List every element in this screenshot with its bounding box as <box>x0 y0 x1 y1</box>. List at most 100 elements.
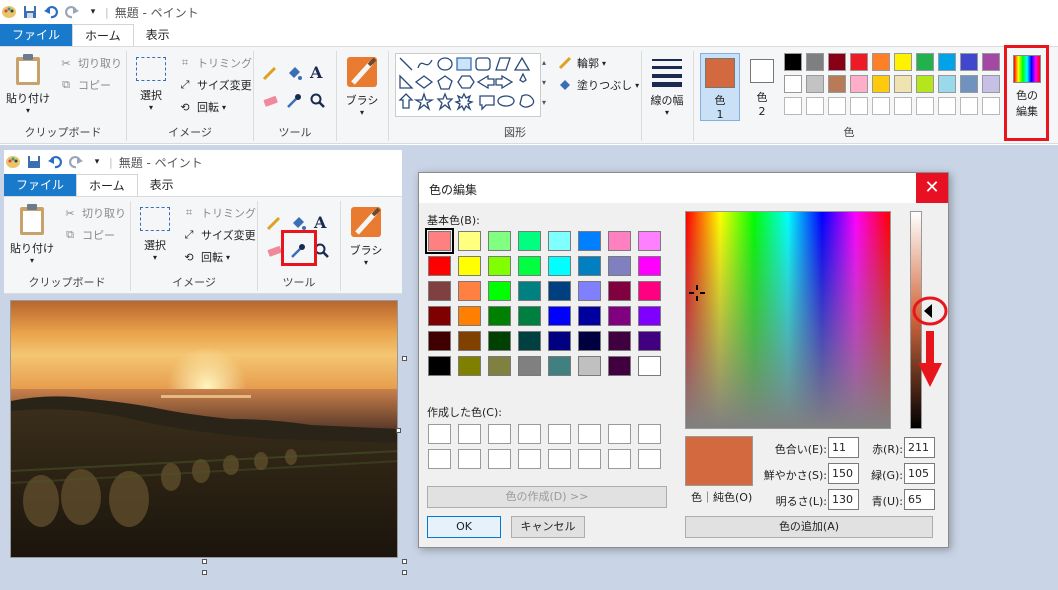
basic-color-swatch[interactable] <box>608 331 631 351</box>
inner-brush-button[interactable]: ブラシ ▾ <box>344 205 388 267</box>
basic-color-swatch[interactable] <box>458 306 481 326</box>
basic-color-swatch[interactable] <box>578 356 601 376</box>
palette-empty-slot[interactable] <box>872 97 890 115</box>
pencil-icon[interactable] <box>262 65 278 84</box>
basic-color-swatch[interactable] <box>608 306 631 326</box>
resize-handle[interactable] <box>396 428 401 433</box>
custom-color-slot[interactable] <box>488 449 511 469</box>
palette-swatch[interactable] <box>916 75 934 93</box>
color1-button[interactable]: 色 1 <box>700 53 740 121</box>
ok-button[interactable]: OK <box>427 516 501 538</box>
palette-empty-slot[interactable] <box>806 97 824 115</box>
palette-swatch[interactable] <box>784 75 802 93</box>
custom-color-slot[interactable] <box>638 424 661 444</box>
undo-icon[interactable] <box>46 153 64 171</box>
shapes-gallery-scroll[interactable]: ▴ ▾ ▾ <box>542 53 550 117</box>
basic-color-swatch[interactable] <box>548 231 571 251</box>
inner-copy-button[interactable]: ⧉ コピー <box>62 227 115 243</box>
palette-swatch[interactable] <box>894 53 912 71</box>
palette-swatch[interactable] <box>872 53 890 71</box>
saturation-input[interactable]: 150 <box>828 463 859 484</box>
palette-swatch[interactable] <box>806 53 824 71</box>
palette-swatch[interactable] <box>806 75 824 93</box>
basic-color-swatch[interactable] <box>608 281 631 301</box>
fill-button[interactable]: 塗りつぶし ▾ <box>557 77 639 93</box>
inner-rotate-button[interactable]: ⟲ 回転 ▾ <box>181 249 230 265</box>
basic-color-swatch[interactable] <box>608 256 631 276</box>
custom-color-slot[interactable] <box>488 424 511 444</box>
basic-color-swatch[interactable] <box>425 228 454 254</box>
blue-input[interactable]: 65 <box>904 489 935 510</box>
tab-view[interactable]: 表示 <box>134 24 182 46</box>
inner-crop-button[interactable]: ⌗ トリミング <box>181 205 256 221</box>
custom-color-slot[interactable] <box>608 424 631 444</box>
define-custom-colors-button[interactable]: 色の作成(D) >> <box>427 486 667 508</box>
palette-swatch[interactable] <box>828 53 846 71</box>
custom-color-slot[interactable] <box>458 424 481 444</box>
custom-color-slot[interactable] <box>428 449 451 469</box>
basic-color-swatch[interactable] <box>488 231 511 251</box>
brush-button[interactable]: ブラシ ▾ <box>340 55 384 117</box>
shapes-gallery[interactable] <box>395 53 541 117</box>
basic-color-swatch[interactable] <box>638 331 661 351</box>
basic-color-swatch[interactable] <box>488 306 511 326</box>
basic-color-swatch[interactable] <box>548 331 571 351</box>
eraser-icon[interactable] <box>266 243 282 262</box>
basic-color-swatch[interactable] <box>458 256 481 276</box>
select-button[interactable]: 選択 ▾ <box>133 57 169 112</box>
basic-color-swatch[interactable] <box>458 356 481 376</box>
crop-button[interactable]: ⌗ トリミング <box>177 55 252 71</box>
tab-home[interactable]: ホーム <box>72 24 134 46</box>
custom-color-slot[interactable] <box>518 449 541 469</box>
inner-tab-view[interactable]: 表示 <box>138 174 186 196</box>
palette-swatch[interactable] <box>960 75 978 93</box>
custom-color-slot[interactable] <box>578 424 601 444</box>
basic-color-swatch[interactable] <box>428 331 451 351</box>
color-picker-icon[interactable] <box>286 93 302 112</box>
basic-color-swatch[interactable] <box>578 231 601 251</box>
palette-swatch[interactable] <box>938 53 956 71</box>
fill-bucket-icon[interactable] <box>286 65 302 84</box>
basic-color-swatch[interactable] <box>638 356 661 376</box>
palette-empty-slot[interactable] <box>982 97 1000 115</box>
basic-color-swatch[interactable] <box>518 231 541 251</box>
basic-color-swatch[interactable] <box>428 256 451 276</box>
resize-handle[interactable] <box>202 570 207 575</box>
paint-app-icon[interactable] <box>0 3 18 21</box>
palette-swatch[interactable] <box>850 75 868 93</box>
palette-empty-slot[interactable] <box>828 97 846 115</box>
basic-color-swatch[interactable] <box>488 356 511 376</box>
palette-swatch[interactable] <box>960 53 978 71</box>
basic-color-swatch[interactable] <box>488 281 511 301</box>
custom-color-slot[interactable] <box>638 449 661 469</box>
paste-button[interactable]: 貼り付け ▾ <box>6 53 50 115</box>
hue-input[interactable]: 11 <box>828 437 859 458</box>
basic-color-swatch[interactable] <box>638 281 661 301</box>
basic-color-swatch[interactable] <box>548 281 571 301</box>
palette-empty-slot[interactable] <box>938 97 956 115</box>
palette-swatch[interactable] <box>784 53 802 71</box>
text-tool-icon[interactable]: A <box>310 63 322 82</box>
basic-color-swatch[interactable] <box>488 256 511 276</box>
redo-icon[interactable] <box>63 3 81 21</box>
palette-empty-slot[interactable] <box>850 97 868 115</box>
red-input[interactable]: 211 <box>904 437 935 458</box>
palette-swatch[interactable] <box>982 75 1000 93</box>
basic-color-swatch[interactable] <box>458 331 481 351</box>
canvas-image[interactable] <box>10 300 398 558</box>
basic-color-swatch[interactable] <box>608 356 631 376</box>
basic-color-swatch[interactable] <box>548 306 571 326</box>
basic-color-swatch[interactable] <box>638 256 661 276</box>
outline-button[interactable]: 輪郭 ▾ <box>557 55 606 71</box>
customize-qat-icon[interactable]: ▾ <box>88 153 106 171</box>
palette-swatch[interactable] <box>828 75 846 93</box>
magnifier-icon[interactable] <box>310 93 326 112</box>
palette-swatch[interactable] <box>850 53 868 71</box>
basic-color-swatch[interactable] <box>548 256 571 276</box>
resize-handle[interactable] <box>402 570 407 575</box>
basic-color-swatch[interactable] <box>578 281 601 301</box>
eraser-icon[interactable] <box>262 93 278 112</box>
palette-swatch[interactable] <box>982 53 1000 71</box>
close-button[interactable]: ✕ <box>916 173 948 203</box>
basic-color-swatch[interactable] <box>518 306 541 326</box>
